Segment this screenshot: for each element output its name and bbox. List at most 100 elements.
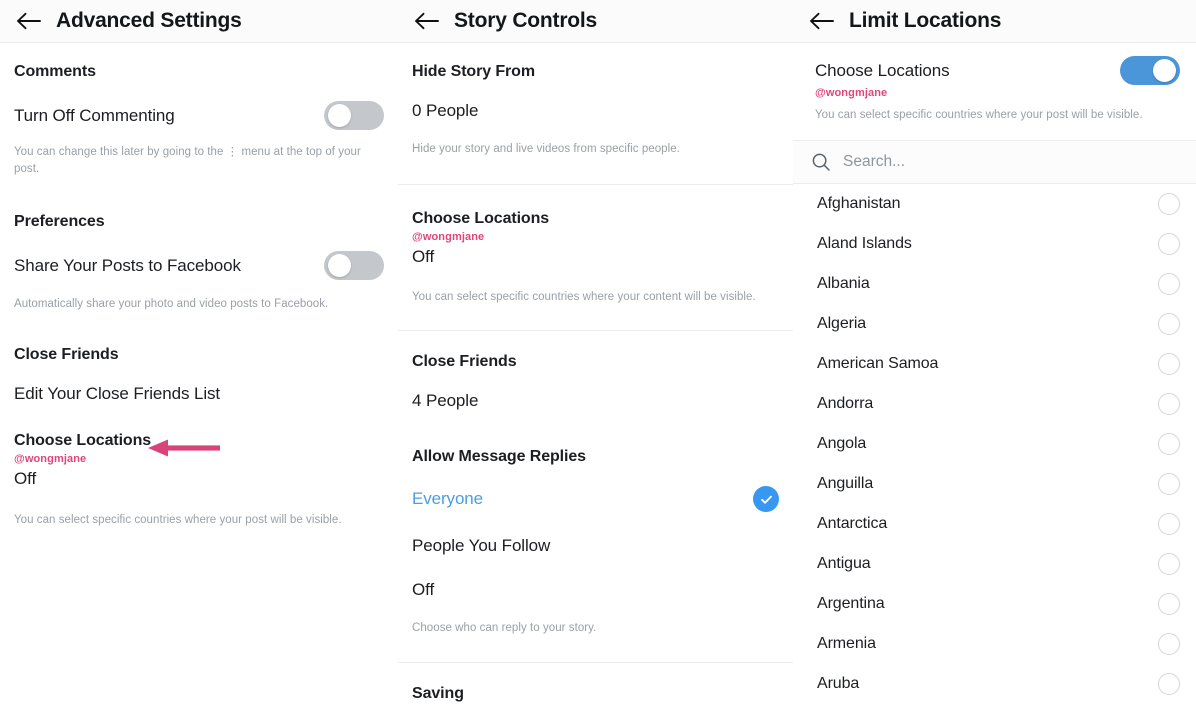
search-icon <box>807 152 835 172</box>
hint-choose-locations: You can select specific countries where … <box>14 514 342 527</box>
country-radio-icon[interactable] <box>1158 512 1180 535</box>
section-title-preferences: Preferences <box>14 213 105 231</box>
country-name: Afghanistan <box>817 194 901 212</box>
story-choose-locations-body: Choose Locations @wongmjane Off You can … <box>398 185 793 306</box>
country-radio-icon[interactable] <box>1158 592 1180 615</box>
country-row[interactable]: Aland Islands <box>793 224 1196 264</box>
back-arrow-icon[interactable] <box>12 6 46 36</box>
value-choose-locations: Off <box>412 246 435 266</box>
row-share-posts-to-facebook[interactable]: Share Your Posts to Facebook <box>14 251 384 281</box>
section-title-choose-locations[interactable]: Choose Locations <box>14 432 384 450</box>
hint-choose-locations: You can select specific countries where … <box>412 290 756 303</box>
country-name: Aruba <box>817 674 860 692</box>
country-name: Aland Islands <box>817 234 912 252</box>
country-name: Albania <box>817 274 870 292</box>
option-row-off[interactable]: Off <box>412 580 779 600</box>
story-saving-body: Saving <box>398 663 793 703</box>
back-arrow-icon[interactable] <box>805 6 839 36</box>
country-radio-icon[interactable] <box>1158 232 1180 255</box>
hint-choose-locations: You can select specific countries where … <box>815 109 1143 121</box>
country-radio-icon[interactable] <box>1158 392 1180 415</box>
toggle-knob <box>328 104 351 127</box>
story-close-friends-body: Close Friends 4 People Allow Message Rep… <box>398 331 793 637</box>
toggle-knob <box>1153 59 1176 82</box>
section-title-hide-story-from: Hide Story From <box>412 63 535 80</box>
limit-locations-toggle-block: Choose Locations @wongmjane You can sele… <box>793 56 1196 140</box>
row-edit-close-friends-list[interactable]: Edit Your Close Friends List <box>14 384 384 404</box>
panel-story-controls: Story Controls Hide Story From 0 People … <box>398 0 793 706</box>
country-row[interactable]: Aruba <box>793 664 1196 704</box>
handle-watermark: @wongmjane <box>14 453 87 466</box>
search-bar[interactable]: Search... <box>793 139 1196 184</box>
country-name: American Samoa <box>817 354 939 372</box>
hint-share-posts-to-facebook: Automatically share your photo and video… <box>14 298 329 311</box>
country-radio-icon[interactable] <box>1158 312 1180 335</box>
section-title-close-friends: Close Friends <box>14 346 119 364</box>
handle-watermark: @wongmjane <box>412 230 485 243</box>
row-label-turn-off-commenting: Turn Off Commenting <box>14 105 175 125</box>
country-radio-icon[interactable] <box>1158 672 1180 695</box>
header-advanced-settings: Advanced Settings <box>0 0 398 43</box>
story-controls-body: Hide Story From 0 People Hide your story… <box>398 43 793 158</box>
country-list: Afghanistan Aland Islands Albania Algeria Am… <box>793 184 1196 704</box>
value-hide-story-from[interactable]: 0 People <box>412 101 779 121</box>
page-title: Advanced Settings <box>56 9 242 32</box>
section-title-choose-locations[interactable]: Choose Locations <box>412 210 779 228</box>
toggle-share-posts-to-facebook[interactable] <box>324 251 384 281</box>
page-title: Story Controls <box>454 9 598 32</box>
country-radio-icon[interactable] <box>1158 552 1180 575</box>
country-row[interactable]: Angola <box>793 424 1196 464</box>
three-panel-screenshot: Advanced Settings Comments Turn Off Comm… <box>0 0 1196 706</box>
row-label-share-posts-to-facebook: Share Your Posts to Facebook <box>14 255 241 275</box>
country-radio-icon[interactable] <box>1158 272 1180 295</box>
handle-watermark: @wongmjane <box>815 87 888 99</box>
country-row[interactable]: Armenia <box>793 624 1196 664</box>
option-label-everyone: Everyone <box>412 489 484 509</box>
back-arrow-icon[interactable] <box>410 6 444 36</box>
country-row[interactable]: Antarctica <box>793 504 1196 544</box>
row-turn-off-commenting[interactable]: Turn Off Commenting <box>14 101 384 130</box>
country-name: Angola <box>817 434 867 452</box>
country-row[interactable]: Andorra <box>793 384 1196 424</box>
value-choose-locations: Off <box>14 469 37 489</box>
toggle-choose-locations[interactable] <box>1120 56 1180 85</box>
country-row[interactable]: Argentina <box>793 584 1196 624</box>
country-row[interactable]: Anguilla <box>793 464 1196 504</box>
country-radio-icon[interactable] <box>1158 432 1180 455</box>
country-radio-icon[interactable] <box>1158 472 1180 495</box>
advanced-settings-body: Comments Turn Off Commenting You can cha… <box>0 43 398 529</box>
panel-limit-locations: Limit Locations Choose Locations @wongmj… <box>793 0 1196 706</box>
country-row[interactable]: Afghanistan <box>793 184 1196 224</box>
value-close-friends[interactable]: 4 People <box>412 391 779 411</box>
country-name: Antarctica <box>817 514 888 532</box>
row-choose-locations[interactable]: Choose Locations <box>815 56 1180 85</box>
page-title: Limit Locations <box>849 9 1002 32</box>
section-title-saving: Saving <box>412 685 464 703</box>
search-input[interactable]: Search... <box>843 153 905 171</box>
hint-hide-story-from: Hide your story and live videos from spe… <box>412 143 680 155</box>
country-name: Argentina <box>817 594 885 612</box>
row-label-choose-locations: Choose Locations <box>815 60 950 80</box>
country-radio-icon[interactable] <box>1158 632 1180 655</box>
country-name: Anguilla <box>817 474 874 492</box>
toggle-knob <box>328 254 351 278</box>
option-row-people-you-follow[interactable]: People You Follow <box>412 536 779 556</box>
section-title-comments: Comments <box>14 63 96 80</box>
section-title-allow-message-replies: Allow Message Replies <box>412 448 586 466</box>
country-radio-icon[interactable] <box>1158 192 1180 215</box>
toggle-turn-off-commenting[interactable] <box>324 101 384 130</box>
country-name: Andorra <box>817 394 874 412</box>
hint-turn-off-commenting: You can change this later by going to th… <box>14 146 361 175</box>
option-row-everyone[interactable]: Everyone <box>412 486 779 513</box>
country-row[interactable]: Algeria <box>793 304 1196 344</box>
country-row[interactable]: Albania <box>793 264 1196 304</box>
country-row[interactable]: American Samoa <box>793 344 1196 384</box>
header-limit-locations: Limit Locations <box>793 0 1196 43</box>
hint-allow-message-replies: Choose who can reply to your story. <box>412 622 597 635</box>
country-radio-icon[interactable] <box>1158 352 1180 375</box>
country-name: Antigua <box>817 554 871 572</box>
country-row[interactable]: Antigua <box>793 544 1196 584</box>
panel-advanced-settings: Advanced Settings Comments Turn Off Comm… <box>0 0 398 706</box>
section-title-close-friends: Close Friends <box>412 353 517 371</box>
header-story-controls: Story Controls <box>398 0 793 43</box>
